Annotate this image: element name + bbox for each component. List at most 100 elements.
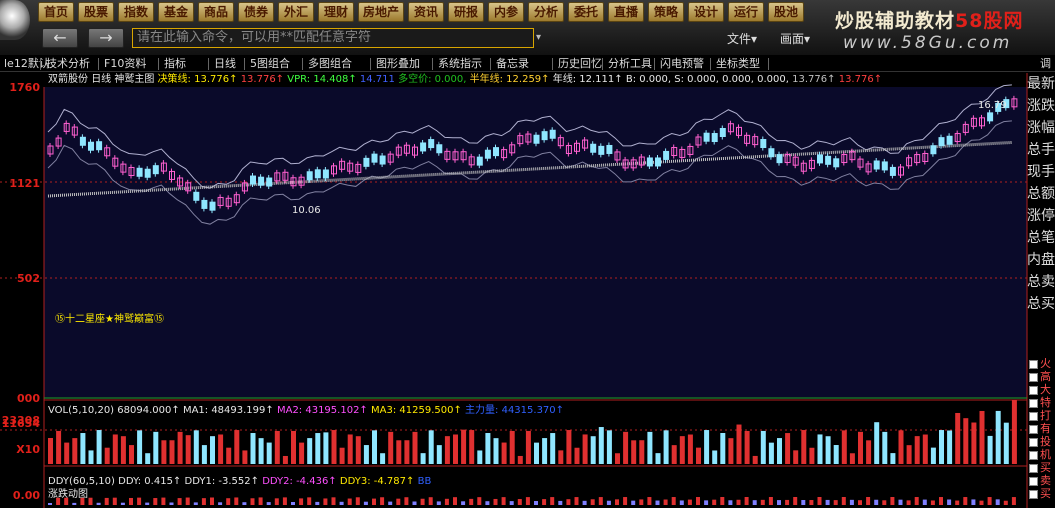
checkbox-icon[interactable] <box>1029 398 1038 408</box>
check-option-4[interactable]: 打 <box>1029 409 1055 422</box>
ddy-bar <box>550 497 555 505</box>
candle-body <box>768 148 775 158</box>
volume-bar <box>598 427 604 464</box>
ddy-bar <box>137 497 142 505</box>
candle-body <box>703 132 710 142</box>
volume-bar <box>712 450 718 464</box>
candle-body <box>825 155 832 165</box>
ddy-bar <box>420 498 425 505</box>
ddy-bar <box>882 500 887 505</box>
ddy-bar <box>444 498 449 505</box>
ddy-bar <box>201 498 206 505</box>
check-option-9[interactable]: 卖 <box>1029 474 1055 487</box>
ddy-bar <box>712 499 717 505</box>
volume-bar <box>922 434 928 464</box>
candle-body <box>663 150 670 160</box>
ddy-bar <box>590 499 595 505</box>
candle-body <box>655 157 661 167</box>
volume-bar <box>331 430 337 464</box>
ddy-bar <box>412 501 417 505</box>
check-option-6[interactable]: 投 <box>1029 435 1055 448</box>
ddy-indicator-line: DDY(60,5,10) DDY: 0.415↑ DDY1: -3.552↑ D… <box>48 476 431 488</box>
ddy-bar <box>639 499 644 505</box>
checkbox-icon[interactable] <box>1029 476 1038 486</box>
volume-bar <box>104 447 110 464</box>
candle-body <box>590 143 597 153</box>
volume-bar <box>193 430 199 464</box>
volume-bar <box>623 431 629 464</box>
volume-bar <box>234 430 240 464</box>
volume-bar <box>914 436 920 464</box>
checkbox-icon[interactable] <box>1029 359 1038 369</box>
volume-bar <box>323 432 329 464</box>
candle-body <box>250 175 256 185</box>
ddy-bar <box>647 497 652 505</box>
volume-bar <box>582 434 588 464</box>
candle-body <box>79 136 86 146</box>
quote-field-7: 总笔 <box>1027 230 1055 246</box>
check-label: 特 <box>1040 396 1051 409</box>
ddy-bar <box>323 498 328 505</box>
candle-body <box>152 165 159 175</box>
ddy-bar <box>372 498 376 505</box>
checkbox-icon[interactable] <box>1029 424 1038 434</box>
candle-body <box>938 137 945 147</box>
check-option-3[interactable]: 特 <box>1029 396 1055 409</box>
ddy-bar <box>736 499 741 505</box>
checkbox-icon[interactable] <box>1029 489 1038 499</box>
volume-bar <box>282 455 288 464</box>
ddy-bar <box>48 503 52 505</box>
candle-body <box>817 154 823 164</box>
checkbox-icon[interactable] <box>1029 463 1038 473</box>
ddy-bar <box>363 501 368 505</box>
ddy-bar <box>849 499 854 505</box>
volume-bar <box>606 430 612 464</box>
kline-chart[interactable] <box>0 0 1055 508</box>
candle-body <box>322 169 329 179</box>
checkbox-icon[interactable] <box>1029 372 1038 382</box>
ddy-bar <box>161 497 166 505</box>
ddy-bar <box>461 501 466 505</box>
checkbox-icon[interactable] <box>1029 437 1038 447</box>
check-label: 高 <box>1040 370 1051 383</box>
volume-bar <box>858 431 863 464</box>
checkbox-icon[interactable] <box>1029 385 1038 395</box>
check-option-0[interactable]: 火 <box>1029 357 1055 370</box>
volume-bar <box>372 430 377 464</box>
check-option-5[interactable]: 有 <box>1029 422 1055 435</box>
check-option-2[interactable]: 大 <box>1029 383 1055 396</box>
ddy-bar <box>890 497 895 505</box>
ddy-bar <box>185 497 190 505</box>
ddy-bar <box>291 501 295 505</box>
check-option-8[interactable]: 买 <box>1029 461 1055 474</box>
check-option-10[interactable]: 买 <box>1029 487 1055 500</box>
check-option-7[interactable]: 机 <box>1029 448 1055 461</box>
check-label: 买 <box>1040 487 1051 500</box>
ddy-bar <box>469 498 474 505</box>
low-price-label: 10.06 <box>292 205 321 216</box>
checkbox-icon[interactable] <box>1029 411 1038 421</box>
volume-bar <box>420 453 426 464</box>
volume-bar <box>696 447 701 464</box>
ddy-bar <box>153 498 158 505</box>
ddy-bar <box>307 497 312 505</box>
ddy-bar <box>841 497 846 505</box>
ddy-bar <box>72 502 77 505</box>
ddy-bar <box>801 500 806 505</box>
volume-bar <box>64 442 70 464</box>
volume-bar <box>307 438 313 464</box>
check-label: 打 <box>1040 409 1051 422</box>
check-option-1[interactable]: 高 <box>1029 370 1055 383</box>
volume-bar <box>242 450 248 464</box>
ddy-bar <box>509 501 514 505</box>
candle-body <box>436 144 443 154</box>
y-axis-label-top: 1760 <box>9 81 40 94</box>
candle-body <box>760 139 767 149</box>
checkbox-icon[interactable] <box>1029 450 1038 460</box>
volume-bar <box>177 431 183 464</box>
ddy-bar <box>315 501 320 505</box>
check-label: 大 <box>1040 383 1051 396</box>
candle-body <box>719 128 726 138</box>
volume-bar <box>258 438 264 464</box>
volume-bar <box>971 422 977 464</box>
